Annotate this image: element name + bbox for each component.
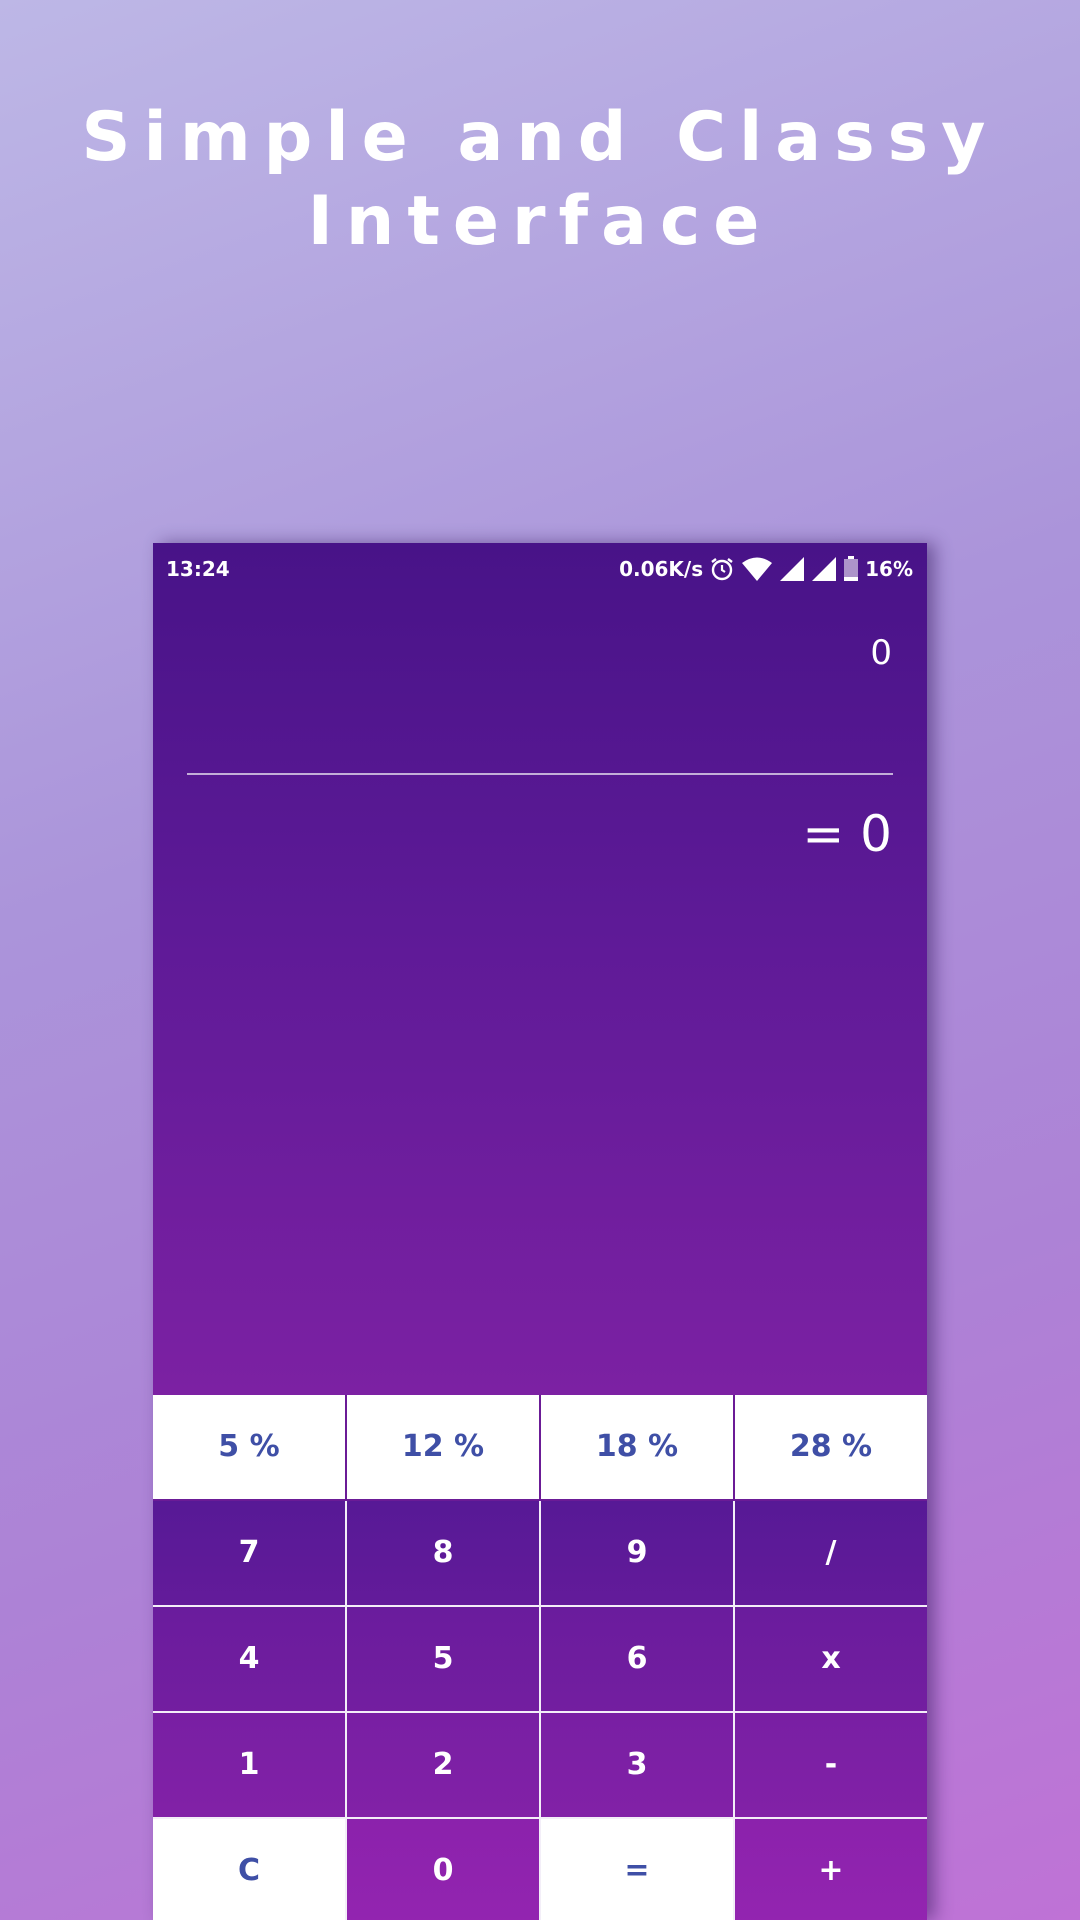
key-row-1: 7 8 9 /	[153, 1501, 927, 1607]
key-9-button[interactable]: 9	[541, 1501, 733, 1605]
phone-screenshot: 13:24 0.06K/s 16% 0 = 0 5 % 12 % 18 % 28…	[153, 543, 927, 1920]
signal-icon	[811, 556, 837, 582]
result-display: = 0	[802, 805, 892, 863]
clear-button[interactable]: C	[153, 1819, 345, 1920]
key-row-3: 1 2 3 -	[153, 1713, 927, 1819]
key-1-button[interactable]: 1	[153, 1713, 345, 1817]
key-8-button[interactable]: 8	[347, 1501, 539, 1605]
multiply-button[interactable]: x	[735, 1607, 927, 1711]
key-7-button[interactable]: 7	[153, 1501, 345, 1605]
net-speed: 0.06K/s	[619, 557, 704, 581]
percent-row: 5 % 12 % 18 % 28 %	[153, 1395, 927, 1501]
key-row-2: 4 5 6 x	[153, 1607, 927, 1713]
battery-level: 16%	[865, 557, 913, 581]
key-3-button[interactable]: 3	[541, 1713, 733, 1817]
subtract-button[interactable]: -	[735, 1713, 927, 1817]
promo-headline: Simple and Classy Interface	[0, 96, 1080, 264]
key-2-button[interactable]: 2	[347, 1713, 539, 1817]
promo-headline-line1: Simple and Classy	[81, 98, 999, 177]
add-button[interactable]: +	[735, 1819, 927, 1920]
status-time: 13:24	[166, 557, 230, 581]
key-0-button[interactable]: 0	[347, 1819, 539, 1920]
key-row-4: C 0 = +	[153, 1819, 927, 1920]
percent-12-button[interactable]: 12 %	[347, 1395, 539, 1499]
expression-display: 0	[870, 633, 892, 673]
divide-button[interactable]: /	[735, 1501, 927, 1605]
keypad: 5 % 12 % 18 % 28 % 7 8 9 / 4 5 6 x 1 2 3…	[153, 1395, 927, 1920]
signal-icon	[779, 556, 805, 582]
status-bar: 13:24 0.06K/s 16%	[153, 543, 927, 595]
wifi-icon	[741, 556, 773, 582]
display-divider	[187, 773, 893, 775]
key-4-button[interactable]: 4	[153, 1607, 345, 1711]
key-5-button[interactable]: 5	[347, 1607, 539, 1711]
promo-headline-line2: Interface	[307, 182, 773, 261]
calculator-display: 13:24 0.06K/s 16% 0 = 0	[153, 543, 927, 1395]
battery-icon	[843, 556, 859, 582]
status-indicators: 0.06K/s 16%	[619, 554, 913, 584]
percent-28-button[interactable]: 28 %	[735, 1395, 927, 1499]
percent-5-button[interactable]: 5 %	[153, 1395, 345, 1499]
key-6-button[interactable]: 6	[541, 1607, 733, 1711]
percent-18-button[interactable]: 18 %	[541, 1395, 733, 1499]
equals-button[interactable]: =	[541, 1819, 733, 1920]
alarm-icon	[709, 556, 735, 582]
